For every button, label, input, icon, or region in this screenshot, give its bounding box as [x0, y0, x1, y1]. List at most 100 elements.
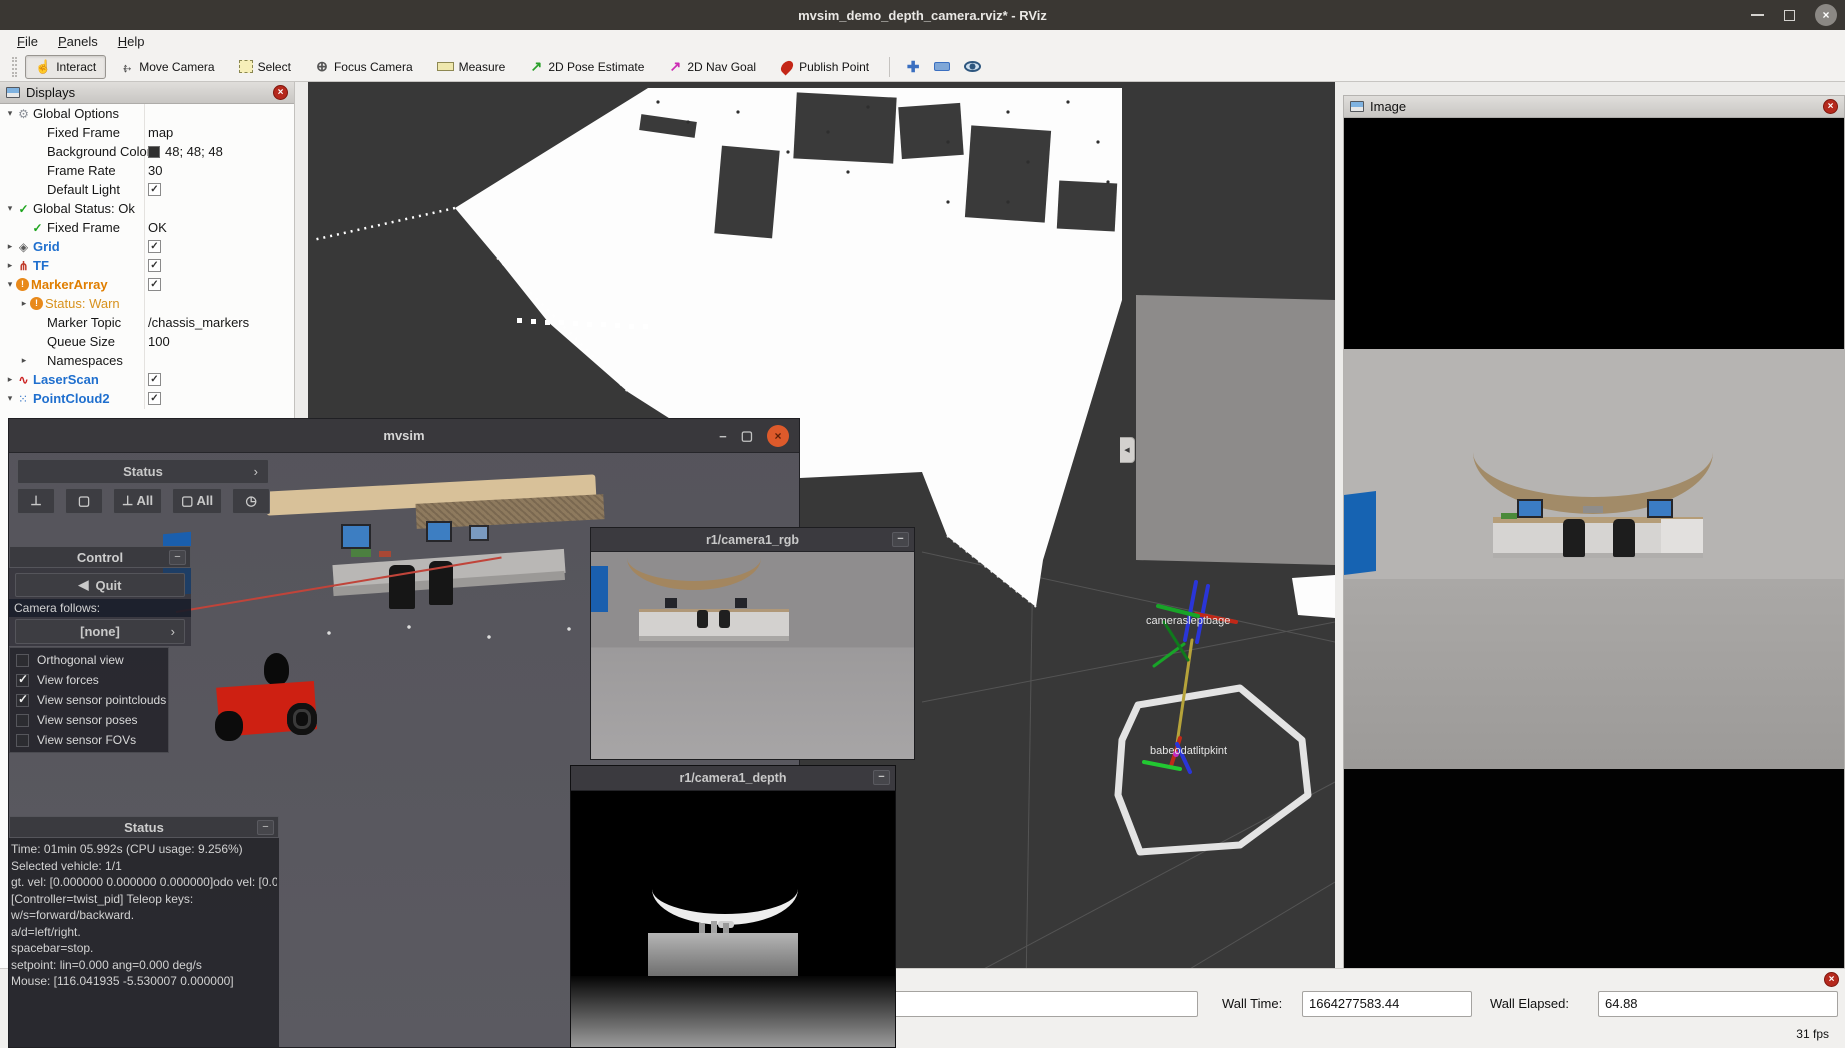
display-tree-row[interactable]: ▾ ✓ Global Status: Ok	[0, 199, 294, 218]
mvsim-status-menu-button[interactable]: Status ›	[17, 459, 269, 484]
display-tree-row[interactable]: ✓ Fixed Frame OK	[0, 218, 294, 237]
menu-item[interactable]: Panels	[49, 33, 107, 50]
toolbar-button[interactable]: ↗ 2D Pose Estimate	[519, 55, 654, 79]
maximize-icon[interactable]	[1784, 10, 1795, 21]
view-option-row[interactable]: View forces	[10, 670, 168, 690]
display-tree-row[interactable]: Marker Topic /chassis_markers	[0, 313, 294, 332]
view-option-checkbox[interactable]	[16, 694, 29, 707]
menu-item[interactable]: Help	[109, 33, 154, 50]
toolbar-extra-icon[interactable]: ✚	[906, 60, 920, 74]
toolbar-button[interactable]: Select	[229, 55, 301, 79]
image-panel-close-icon[interactable]: ×	[1823, 99, 1838, 114]
toolbar-button[interactable]: ☝ Interact	[25, 55, 106, 79]
mvsim-maximize-icon[interactable]: ▢	[741, 428, 753, 444]
toolbar-button[interactable]: ⊕ Focus Camera	[305, 55, 423, 79]
enabled-checkbox[interactable]	[148, 259, 161, 272]
close-icon[interactable]: ×	[1815, 4, 1837, 26]
display-value-text[interactable]: 30	[148, 163, 162, 178]
expander-icon[interactable]: ▾	[4, 108, 16, 119]
expander-icon[interactable]: ▸	[4, 241, 16, 252]
expander-icon[interactable]: ▸	[18, 298, 30, 309]
toolbar-button[interactable]: Publish Point	[770, 55, 879, 79]
camera1-depth-window[interactable]: r1/camera1_depth −	[570, 765, 896, 1048]
menu-item[interactable]: File	[8, 33, 47, 50]
display-tree-row[interactable]: ▾ ! MarkerArray	[0, 275, 294, 294]
expander-icon[interactable]: ▸	[18, 355, 30, 366]
mvsim-dock-button[interactable]: ▢	[65, 488, 103, 514]
view-option-checkbox[interactable]	[16, 654, 29, 667]
mvsim-dock-button[interactable]: ⊥	[17, 488, 55, 514]
mvsim-dock-button[interactable]: ▢ All	[172, 488, 222, 514]
view-option-row[interactable]: View sensor pointclouds	[10, 690, 168, 710]
display-value-text[interactable]: 100	[148, 334, 170, 349]
status-panel-header[interactable]: Status −	[9, 816, 279, 838]
display-tree-row[interactable]: ▸ Namespaces	[0, 351, 294, 370]
toolbar-extra-icon[interactable]	[964, 61, 981, 72]
display-tree-row[interactable]: ▾ ⁙ PointCloud2	[0, 389, 294, 408]
rgb-minimize-icon[interactable]: −	[892, 532, 909, 547]
menubar: FilePanelsHelp	[0, 30, 1845, 52]
quit-button[interactable]: ◀ Quit	[15, 573, 185, 597]
view-option-checkbox[interactable]	[16, 714, 29, 727]
control-panel-header[interactable]: Control −	[9, 546, 191, 568]
enabled-checkbox[interactable]	[148, 240, 161, 253]
toolbar-button[interactable]: Measure	[427, 55, 516, 79]
display-tree-row[interactable]: Frame Rate 30	[0, 161, 294, 180]
enabled-checkbox[interactable]	[148, 392, 161, 405]
display-tree-row[interactable]: ▾ ⚙ Global Options	[0, 104, 294, 123]
toolbar-button[interactable]: ↔ Move Camera	[110, 55, 224, 79]
view-option-checkbox[interactable]	[16, 674, 29, 687]
wall-time-field[interactable]: 1664277583.44	[1302, 991, 1472, 1017]
expander-icon[interactable]: ▸	[4, 260, 16, 271]
rgb-window-titlebar[interactable]: r1/camera1_rgb −	[591, 528, 914, 552]
toolbar-extra-icon[interactable]	[934, 62, 950, 71]
display-tree-row[interactable]: ▸ ! Status: Warn	[0, 294, 294, 313]
mvsim-titlebar[interactable]: mvsim − ▢ ×	[9, 419, 799, 453]
display-tree-row[interactable]: ▸ ◈ Grid	[0, 237, 294, 256]
toolbar-drag-handle[interactable]	[12, 57, 17, 77]
display-value-text[interactable]: map	[148, 125, 173, 140]
display-value-text[interactable]: OK	[148, 220, 167, 235]
mvsim-dock-button[interactable]: ⊥ All	[113, 488, 162, 514]
control-minimize-icon[interactable]: −	[169, 550, 186, 565]
display-value-text[interactable]: 48; 48; 48	[165, 144, 223, 159]
camera-follows-dropdown[interactable]: [none] ›	[15, 619, 185, 644]
display-tree-row[interactable]: Fixed Frame map	[0, 123, 294, 142]
display-value-text[interactable]: /chassis_markers	[148, 315, 249, 330]
view-option-checkbox[interactable]	[16, 734, 29, 747]
enabled-checkbox[interactable]	[148, 373, 161, 386]
toolbar-button[interactable]: ↗ 2D Nav Goal	[658, 55, 766, 79]
view-option-row[interactable]: View sensor FOVs	[10, 730, 168, 750]
mvsim-dock-button[interactable]: ◷	[232, 488, 270, 514]
color-swatch[interactable]	[148, 146, 160, 158]
enabled-checkbox[interactable]	[148, 183, 161, 196]
view-option-row[interactable]: Orthogonal view	[10, 650, 168, 670]
enabled-checkbox[interactable]	[148, 278, 161, 291]
mvsim-close-icon[interactable]: ×	[767, 425, 789, 447]
view-option-row[interactable]: View sensor poses	[10, 710, 168, 730]
mvsim-title: mvsim	[383, 428, 424, 443]
mvsim-minimize-icon[interactable]: −	[719, 429, 727, 444]
camera1-rgb-window[interactable]: r1/camera1_rgb −	[590, 527, 915, 760]
time-panel-close-icon[interactable]: ×	[1824, 972, 1839, 987]
display-tree-row[interactable]: ▸ ⋔ TF	[0, 256, 294, 275]
depth-window-titlebar[interactable]: r1/camera1_depth −	[571, 766, 895, 791]
displays-panel-header[interactable]: Displays ×	[0, 82, 294, 104]
right-splitter[interactable]	[1335, 82, 1343, 988]
minimize-icon[interactable]	[1751, 14, 1764, 16]
wall-elapsed-field[interactable]: 64.88	[1598, 991, 1838, 1017]
panel-collapse-tab[interactable]: ◀	[1120, 437, 1135, 463]
display-tree-row[interactable]: Default Light	[0, 180, 294, 199]
display-tree-row[interactable]: Background Color 48; 48; 48	[0, 142, 294, 161]
window-titlebar[interactable]: mvsim_demo_depth_camera.rviz* - RViz ×	[0, 0, 1845, 30]
image-panel-header[interactable]: Image ×	[1344, 96, 1844, 118]
display-tree-row[interactable]: Queue Size 100	[0, 332, 294, 351]
expander-icon[interactable]: ▾	[4, 203, 16, 214]
expander-icon[interactable]: ▸	[4, 374, 16, 385]
expander-icon[interactable]: ▾	[4, 393, 16, 404]
display-tree-row[interactable]: ▸ ∿ LaserScan	[0, 370, 294, 389]
expander-icon[interactable]: ▾	[4, 279, 16, 290]
displays-close-icon[interactable]: ×	[273, 85, 288, 100]
status-minimize-icon[interactable]: −	[257, 820, 274, 835]
depth-minimize-icon[interactable]: −	[873, 770, 890, 785]
